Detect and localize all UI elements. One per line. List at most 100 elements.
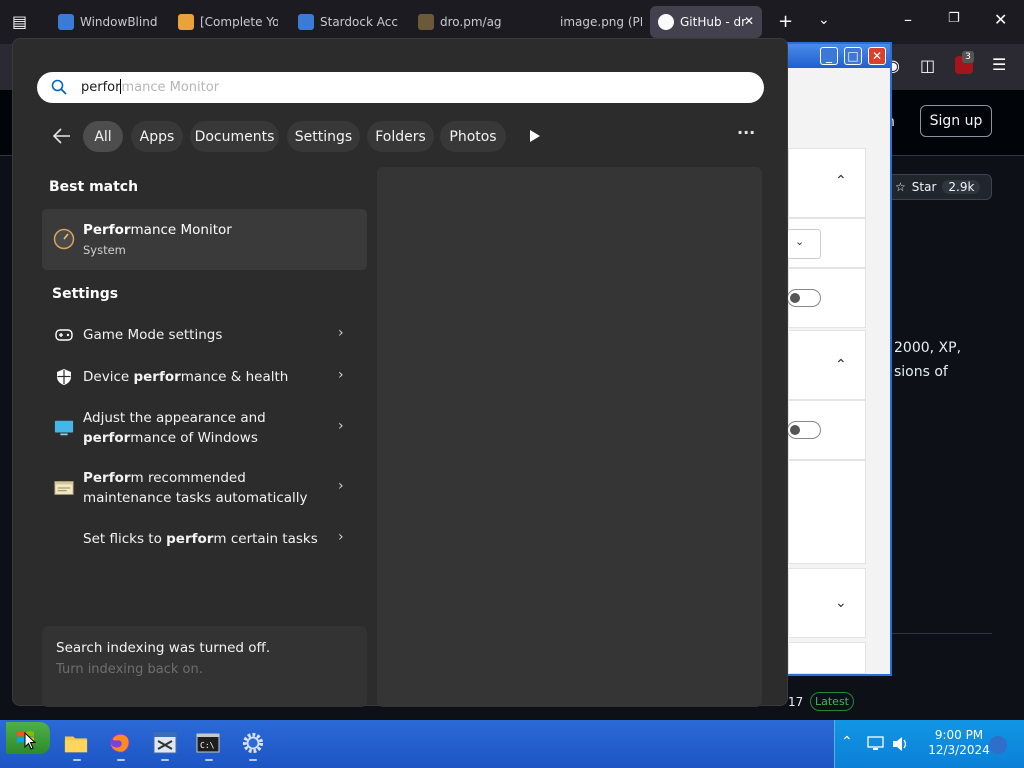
settings-item-adjust-appearance[interactable]: Adjust the appearance and performance of… [42, 406, 367, 450]
tab-complete[interactable]: [Complete Yo [170, 6, 278, 38]
sign-up-button[interactable]: Sign up [920, 105, 992, 137]
dialog-card [787, 268, 866, 328]
firefox-icon[interactable] [108, 732, 132, 754]
dialog-close-icon[interactable]: ✕ [868, 47, 886, 65]
preview-pane [377, 167, 762, 707]
search-typed-text: perfor [81, 80, 121, 95]
restore-icon[interactable]: ❐ [948, 11, 960, 26]
settings-item-device-performance[interactable]: Device performance & health › [42, 364, 367, 390]
tab-stardock-accessories[interactable]: Stardock Acce [290, 6, 398, 38]
stardock-favicon-icon [298, 14, 314, 30]
new-tab-icon[interactable]: + [778, 11, 793, 32]
settings-dialog-window: _ □ ✕ ⌃ ⌄ ⌃ ⌄ [786, 42, 892, 676]
mail-favicon-icon [178, 14, 194, 30]
settings-item-game-mode[interactable]: Game Mode settings › [42, 322, 367, 348]
performance-monitor-icon [53, 228, 75, 250]
window-app-icon[interactable] [153, 732, 177, 754]
tab-image-png[interactable]: image.png (PNG I [530, 6, 642, 38]
turn-indexing-on-link[interactable]: Turn indexing back on. [56, 662, 203, 677]
back-arrow-icon[interactable] [53, 128, 71, 144]
dialog-card: ⌄ [787, 218, 866, 268]
control-panel-icon [54, 481, 74, 495]
settings-gear-icon[interactable] [241, 732, 265, 754]
search-autocomplete-text: mance Monitor [121, 80, 220, 95]
chevron-down-icon[interactable]: ⌄ [835, 595, 847, 611]
search-input[interactable]: performance Monitor [37, 72, 764, 103]
tab-github[interactable]: GitHub - dr ✕ [650, 6, 762, 38]
dialog-titlebar[interactable]: _ □ ✕ [788, 44, 890, 68]
filter-all[interactable]: All [83, 121, 123, 152]
stardock-favicon-icon [58, 14, 74, 30]
mouse-cursor-icon [24, 732, 36, 750]
running-indicator [205, 759, 213, 761]
filter-apps[interactable]: Apps [131, 121, 183, 152]
best-match-heading: Best match [49, 179, 139, 195]
volume-icon[interactable] [892, 736, 910, 752]
star-count: 2.9k [942, 180, 981, 194]
settings-item-flicks[interactable]: Set flicks to perform certain tasks › [42, 526, 367, 552]
gamepad-icon [55, 329, 73, 341]
clock[interactable]: 9:00 PM 12/3/2024 [918, 728, 1000, 758]
chevron-down-icon: ⌄ [795, 235, 805, 248]
dialog-minimize-icon[interactable]: _ [820, 47, 838, 65]
search-icon [51, 79, 67, 95]
chevron-right-icon: › [338, 325, 344, 341]
start-button[interactable] [6, 722, 50, 754]
menu-icon[interactable]: ☰ [992, 55, 1006, 74]
filter-documents[interactable]: Documents [190, 121, 279, 152]
divider [888, 633, 992, 634]
chevron-up-icon[interactable]: ⌃ [835, 173, 847, 189]
extensions-icon[interactable]: ◫ [920, 56, 935, 75]
dialog-card: ⌃ [788, 330, 866, 400]
star-button[interactable]: ☆ Star 2.9k [888, 174, 992, 200]
github-favicon-icon [658, 14, 674, 30]
shield-icon [57, 369, 71, 385]
best-match-item[interactable]: Performance Monitor System [42, 209, 367, 270]
tab-dro-pm[interactable]: dro.pm/ag [410, 6, 518, 38]
chevron-right-icon: › [338, 478, 344, 494]
running-indicator [249, 759, 257, 761]
more-options-icon[interactable]: ··· [737, 123, 755, 142]
star-icon: ☆ [895, 180, 906, 194]
clock-time: 9:00 PM [934, 728, 984, 742]
dialog-card: ⌃ [788, 148, 866, 218]
repo-description-line1: 2000, XP, [894, 340, 962, 356]
command-prompt-icon[interactable]: C:\ [196, 732, 220, 754]
repo-description-line2: sions of [894, 364, 948, 380]
tab-windowblinds[interactable]: WindowBlind [50, 6, 158, 38]
chevron-right-icon: › [338, 367, 344, 383]
play-more-filters-icon[interactable] [529, 129, 541, 143]
release-version: 17 [788, 695, 804, 709]
close-tab-icon[interactable]: ✕ [744, 14, 754, 28]
svg-text:C:\: C:\ [200, 741, 215, 750]
toggle-switch[interactable] [787, 289, 821, 307]
running-indicator [73, 759, 81, 761]
network-icon[interactable] [867, 736, 885, 752]
filter-photos[interactable]: Photos [440, 121, 506, 152]
chevron-up-icon[interactable]: ⌃ [835, 357, 847, 373]
best-match-title: Performance Monitor [83, 222, 232, 238]
chevron-down-icon[interactable]: ⌄ [818, 12, 830, 28]
best-match-subtitle: System [83, 243, 126, 257]
dialog-maximize-icon[interactable]: □ [844, 47, 862, 65]
indexing-notice: Search indexing was turned off. Turn ind… [42, 626, 367, 707]
indexing-text: Search indexing was turned off. [56, 640, 271, 656]
running-indicator [161, 759, 169, 761]
settings-heading: Settings [52, 286, 119, 302]
latest-badge: Latest [810, 692, 854, 711]
chevron-up-icon[interactable]: ⌃ [841, 734, 853, 750]
close-window-icon[interactable]: ✕ [994, 10, 1007, 29]
dialog-card [788, 460, 866, 564]
tab-overview-icon[interactable]: ▤ [12, 12, 27, 31]
toggle-switch[interactable] [787, 421, 821, 439]
running-indicator [117, 759, 125, 761]
filter-folders[interactable]: Folders [367, 121, 434, 152]
clock-date: 12/3/2024 [928, 743, 990, 757]
file-explorer-icon[interactable] [64, 732, 88, 754]
dialog-card [787, 400, 866, 460]
settings-item-maintenance-tasks[interactable]: Perform recommended maintenance tasks au… [42, 466, 367, 510]
minimize-icon[interactable]: – [904, 10, 912, 29]
pen-flicks-icon [54, 529, 74, 549]
image-favicon-icon [538, 14, 554, 30]
filter-settings[interactable]: Settings [287, 121, 360, 152]
